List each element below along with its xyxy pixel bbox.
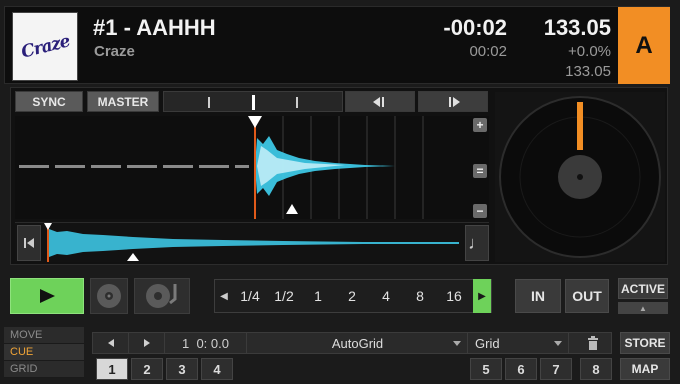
advanced-panel-modes: MOVE CUE GRID [4, 327, 84, 384]
next-cue-button[interactable] [129, 333, 165, 353]
store-cue-button[interactable]: STORE [620, 332, 670, 354]
prev-cue-button[interactable] [93, 333, 129, 353]
loop-size-next-button[interactable]: ▶ [473, 279, 491, 313]
nudge-back-button[interactable] [345, 91, 415, 112]
nudge-forward-icon [449, 96, 460, 107]
nudge-forward-button[interactable] [418, 91, 488, 112]
cue-type-select[interactable]: Grid [469, 333, 569, 353]
hotcue-7-button[interactable]: 7 [540, 358, 572, 380]
delete-cue-button[interactable] [577, 333, 609, 353]
expand-arrow-icon[interactable]: ▲ [618, 302, 668, 314]
deck-header: Craze #1 - AAHHH Craze -00:02 00:02 133.… [4, 6, 670, 84]
hotcue-5-button[interactable]: 5 [470, 358, 502, 380]
zoom-out-button[interactable]: − [473, 204, 487, 218]
mode-cue[interactable]: CUE [4, 344, 84, 361]
cdj-mode-button[interactable] [90, 278, 128, 314]
cover-art-text: Craze [18, 30, 72, 63]
jog-wheel[interactable] [495, 92, 665, 262]
tempo-bpm[interactable]: 133.05 [525, 15, 611, 41]
overview-waveform[interactable]: ♩ [15, 222, 489, 262]
loop-size-2[interactable]: 2 [335, 280, 369, 312]
turntable-platter [499, 96, 661, 258]
deck-letter[interactable]: A [618, 7, 670, 84]
loop-size-1-2[interactable]: 1/2 [267, 280, 301, 312]
phase-meter [163, 91, 343, 112]
cue-type-label: Grid [475, 335, 500, 351]
loop-active-button[interactable]: ACTIVE [618, 278, 668, 299]
phase-tick [296, 97, 298, 108]
phase-center-tick [252, 95, 255, 110]
cue-position: 1 0: 0.0 [165, 333, 247, 353]
turntable-icon [146, 284, 177, 308]
tempo-pitch: +0.0% [568, 43, 611, 60]
mode-grid[interactable]: GRID [4, 361, 84, 378]
hotcue-3-button[interactable]: 3 [166, 358, 198, 380]
chevron-down-icon [453, 341, 461, 346]
hotcue-1-button[interactable]: 1 [96, 358, 128, 380]
cue-name-label: AutoGrid [331, 335, 384, 351]
loop-out-button[interactable]: OUT [565, 279, 609, 313]
loop-size-16[interactable]: 16 [437, 280, 471, 312]
transport-bar: ◀ 1/4 1/2 1 2 4 8 16 ▶ IN OUT ACTIVE ▲ [10, 276, 670, 320]
turntable-mode-button[interactable] [134, 278, 190, 314]
zoom-reset-button[interactable]: = [473, 164, 487, 178]
overview-wave-display [44, 223, 459, 262]
track-title: #1 - AAHHH [93, 15, 216, 40]
waveform-display [19, 116, 424, 219]
loop-size-1-4[interactable]: 1/4 [233, 280, 267, 312]
cue-name-field[interactable]: AutoGrid [248, 333, 468, 353]
track-artist: Craze [94, 43, 135, 60]
deck-main: SYNC MASTER + = − ♩ [10, 87, 668, 265]
hotcue-8-button[interactable]: 8 [580, 358, 612, 380]
chevron-down-icon [554, 341, 562, 346]
cover-art: Craze [12, 12, 78, 81]
cd-icon [97, 284, 121, 308]
zoom-in-button[interactable]: + [473, 118, 487, 132]
chevron-left-icon [107, 339, 114, 347]
stripe-waveform[interactable] [15, 116, 489, 219]
mode-move[interactable]: MOVE [4, 327, 84, 344]
time-elapsed: 00:02 [469, 43, 507, 60]
phase-tick [208, 97, 210, 108]
sync-button[interactable]: SYNC [15, 91, 83, 112]
loop-size-1[interactable]: 1 [301, 280, 335, 312]
play-button[interactable] [10, 278, 84, 314]
loop-size-8[interactable]: 8 [403, 280, 437, 312]
master-button[interactable]: MASTER [87, 91, 159, 112]
loop-size-prev-button[interactable]: ◀ [215, 280, 233, 312]
chevron-right-icon [143, 339, 150, 347]
loop-size-4[interactable]: 4 [369, 280, 403, 312]
time-remaining[interactable]: -00:02 [425, 15, 507, 41]
tempo-base-bpm: 133.05 [565, 63, 611, 80]
trash-icon [588, 336, 598, 350]
map-hotcue-button[interactable]: MAP [620, 358, 670, 380]
cue-point-bar: 1 0: 0.0 AutoGrid Grid [92, 332, 612, 354]
nudge-backward-icon [373, 96, 384, 107]
jump-to-start-button[interactable] [17, 225, 41, 261]
hotcue-2-button[interactable]: 2 [131, 358, 163, 380]
jump-to-start-icon [24, 238, 34, 248]
loop-size-selector: ◀ 1/4 1/2 1 2 4 8 16 ▶ [214, 279, 492, 313]
flux-mode-button[interactable]: ♩ [465, 225, 489, 261]
play-icon [40, 289, 55, 303]
hotcue-6-button[interactable]: 6 [505, 358, 537, 380]
loop-in-button[interactable]: IN [515, 279, 561, 313]
hotcue-4-button[interactable]: 4 [201, 358, 233, 380]
